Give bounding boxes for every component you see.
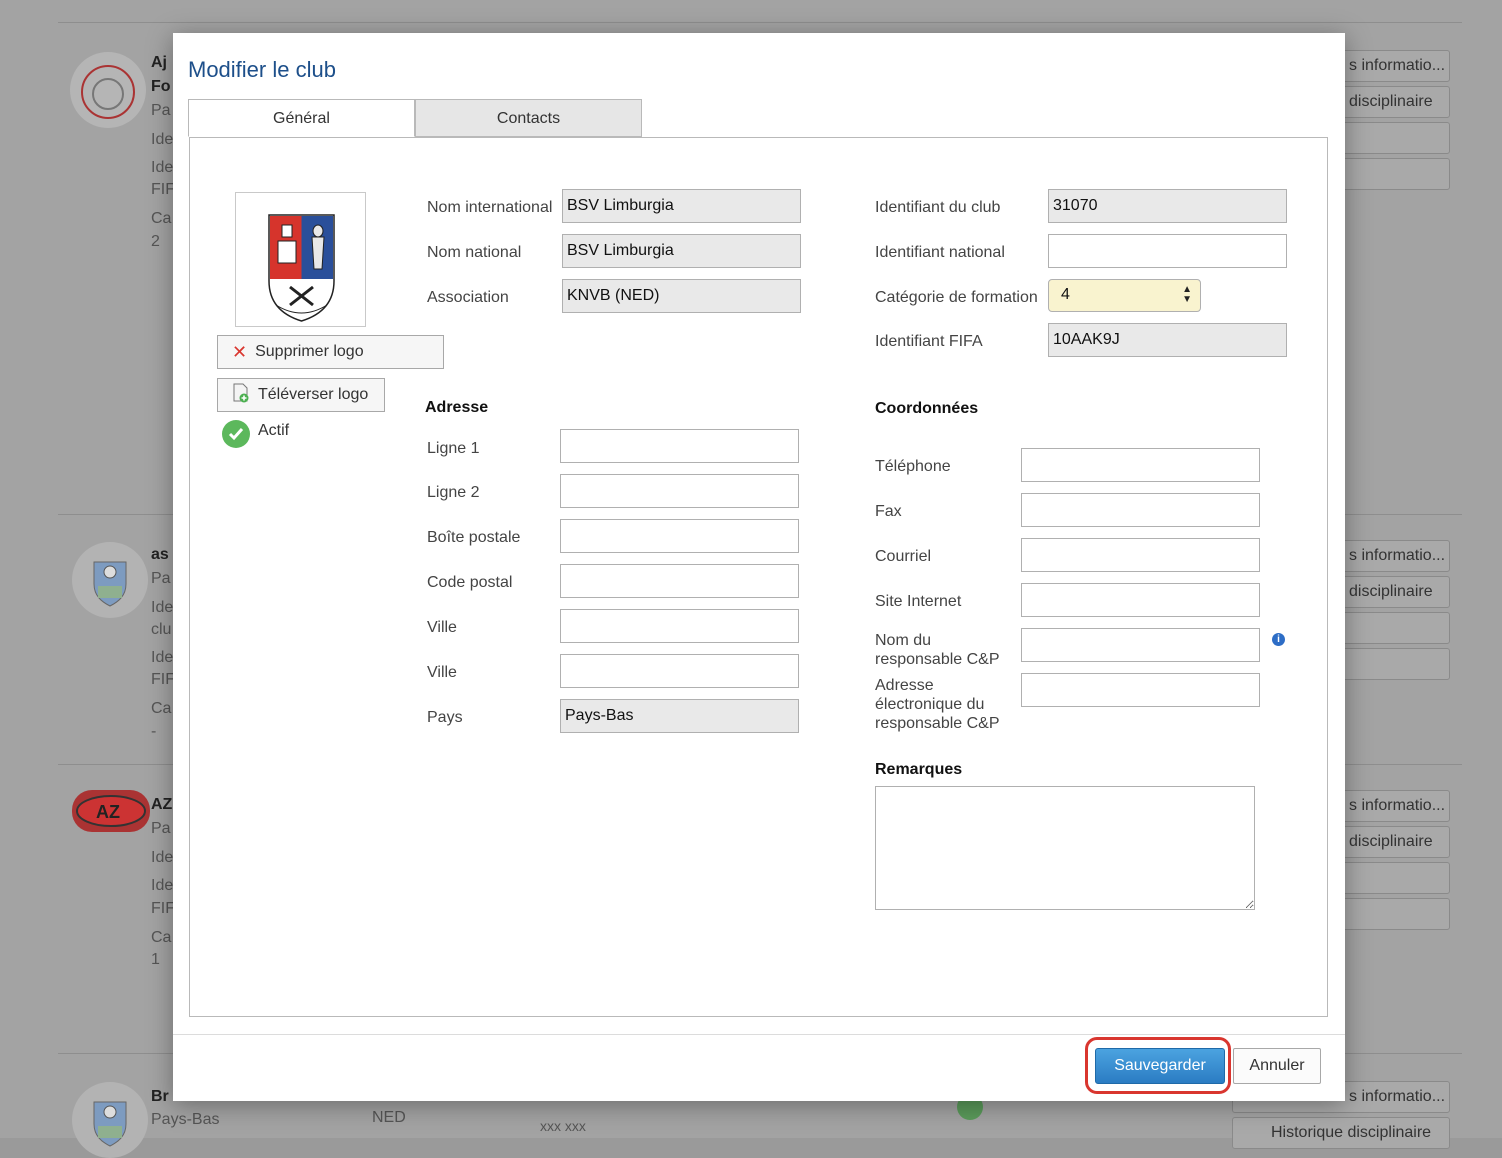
club-association: NED (372, 1109, 406, 1126)
email-label: Courriel (875, 548, 932, 565)
national-id-label: Identifiant national (875, 244, 1005, 261)
po-box-label: Boîte postale (427, 529, 521, 546)
address-line1-field[interactable] (560, 429, 799, 463)
club-meta: 2 (151, 233, 160, 250)
club-meta: FIF (151, 181, 175, 198)
club-logo-placeholder (72, 1082, 148, 1158)
training-category-value: 4 (1061, 286, 1070, 303)
delete-logo-button[interactable]: ✕ Supprimer logo (217, 335, 444, 369)
club-country: Pays-Bas (151, 1111, 220, 1128)
upload-logo-button[interactable]: Téléverser logo (217, 378, 385, 412)
club-phone: xxx xxx (540, 1118, 586, 1134)
club-id-field[interactable] (1048, 189, 1287, 223)
fax-label: Fax (875, 503, 902, 520)
club-meta: Ca (151, 929, 172, 946)
website-label: Site Internet (875, 593, 962, 610)
active-status: Actif (222, 420, 289, 448)
cp-manager-name-field[interactable] (1021, 628, 1260, 662)
club-meta: Ca (151, 700, 172, 717)
fax-field[interactable] (1021, 493, 1260, 527)
international-name-label: Nom international (427, 199, 553, 216)
po-box-field[interactable] (560, 519, 799, 553)
select-arrows-icon: ▲ ▼ (1182, 284, 1192, 305)
footer-divider (173, 1034, 1345, 1035)
cp-manager-name-label: Nom du responsable C&P (875, 632, 1000, 668)
training-category-label: Catégorie de formation (875, 289, 1038, 306)
national-name-field[interactable] (562, 234, 801, 268)
info-icon[interactable]: i (1272, 633, 1285, 646)
national-name-label: Nom national (427, 244, 522, 261)
city-field-2[interactable] (560, 654, 799, 688)
club-meta: Ide (151, 877, 174, 894)
club-meta: Ide (151, 159, 174, 176)
club-logo-placeholder (72, 542, 148, 618)
country-label: Pays (427, 709, 463, 726)
website-field[interactable] (1021, 583, 1260, 617)
fifa-id-field[interactable] (1048, 323, 1287, 357)
club-name: Fo (151, 78, 171, 95)
tab-general[interactable]: Général (188, 99, 415, 137)
club-name: Aj (151, 54, 167, 71)
cancel-button[interactable]: Annuler (1233, 1048, 1321, 1084)
club-meta: FIF (151, 671, 175, 688)
address-line2-label: Ligne 2 (427, 484, 480, 501)
club-meta: FIF (151, 900, 175, 917)
club-meta: Ide (151, 131, 174, 148)
phone-label: Téléphone (875, 458, 951, 475)
address-line1-label: Ligne 1 (427, 440, 480, 457)
club-meta: Ide (151, 849, 174, 866)
country-field[interactable] (560, 699, 799, 733)
postal-code-label: Code postal (427, 574, 513, 591)
svg-text:AZ: AZ (96, 802, 120, 822)
club-id-label: Identifiant du club (875, 199, 1001, 216)
remarks-heading: Remarques (875, 761, 963, 778)
city-label-2: Ville (427, 664, 457, 681)
close-icon: ✕ (232, 342, 248, 362)
delete-logo-label: Supprimer logo (255, 343, 364, 360)
club-meta: 1 (151, 951, 160, 968)
club-meta: Ide (151, 649, 174, 666)
save-button[interactable]: Sauvegarder (1095, 1048, 1225, 1084)
club-meta: clu (151, 621, 172, 638)
disciplinary-history-button[interactable]: Historique disciplinaire (1232, 1117, 1450, 1149)
city-label: Ville (427, 619, 457, 636)
address-heading: Adresse (425, 399, 489, 416)
club-meta: - (151, 723, 157, 740)
address-line2-field[interactable] (560, 474, 799, 508)
national-id-field[interactable] (1048, 234, 1287, 268)
club-logo-frame (235, 192, 366, 327)
phone-field[interactable] (1021, 448, 1260, 482)
check-icon (222, 420, 250, 448)
club-logo-ajax (70, 52, 146, 128)
remarks-textarea[interactable] (875, 786, 1255, 910)
club-name: Br (151, 1088, 169, 1105)
active-status-label: Actif (258, 422, 290, 439)
contact-heading: Coordonnées (875, 400, 979, 417)
email-field[interactable] (1021, 538, 1260, 572)
club-meta: Ca (151, 210, 172, 227)
club-meta: Ide (151, 599, 174, 616)
cp-manager-email-label: Adresse électronique du responsable C&P (875, 677, 1000, 732)
tab-contacts[interactable]: Contacts (415, 99, 642, 137)
club-name: as (151, 546, 169, 563)
divider (58, 22, 1462, 23)
association-field[interactable] (562, 279, 801, 313)
fifa-id-label: Identifiant FIFA (875, 333, 983, 350)
association-label: Association (427, 289, 509, 306)
edit-club-modal: Modifier le club Général Contacts ✕ Supp… (173, 33, 1345, 1101)
club-meta: Pa (151, 102, 171, 119)
club-crest-logo (268, 214, 335, 322)
modal-title: Modifier le club (188, 57, 336, 82)
postal-code-field[interactable] (560, 564, 799, 598)
training-category-select[interactable]: 4 ▲ ▼ (1048, 279, 1201, 312)
city-field[interactable] (560, 609, 799, 643)
file-add-icon (232, 383, 250, 408)
cp-manager-email-field[interactable] (1021, 673, 1260, 707)
upload-logo-label: Téléverser logo (258, 386, 369, 403)
club-meta: Pa (151, 570, 171, 587)
club-logo-az: AZ (72, 790, 150, 832)
club-name: AZ (151, 796, 173, 813)
international-name-field[interactable] (562, 189, 801, 223)
club-meta: Pa (151, 820, 171, 837)
